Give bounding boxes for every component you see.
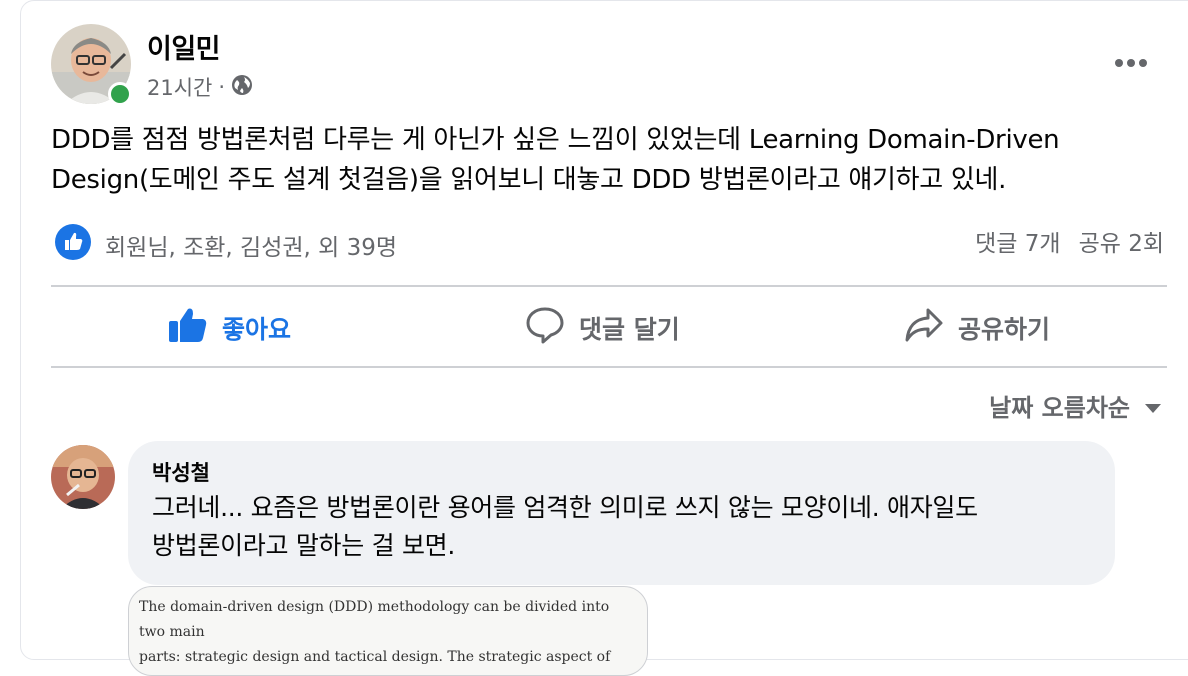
attachment-text-line: parts: strategic design and tactical des… [139, 649, 611, 675]
more-dots-icon[interactable] [1106, 48, 1156, 78]
comment-button[interactable]: 댓글 달기 [525, 298, 680, 358]
commenter-name[interactable]: 박성철 [152, 457, 1091, 487]
divider [51, 285, 1167, 287]
share-label: 공유하기 [958, 315, 1051, 344]
reactions-summary[interactable]: 회원님, 조환, 김성권, 외 39명 [55, 224, 397, 266]
meta-separator: · [218, 75, 226, 99]
shares-count[interactable]: 공유 2회 [1079, 224, 1164, 258]
like-reaction-icon [55, 224, 91, 266]
comment-text-line: 방법론이라고 말하는 걸 보면. [152, 531, 455, 560]
attachment-text-line: The domain-driven design (DDD) methodolo… [139, 599, 610, 640]
divider [51, 366, 1167, 368]
comment-label: 댓글 달기 [579, 315, 680, 344]
commenter-avatar[interactable] [51, 445, 115, 509]
comment-attachment-image[interactable]: The domain-driven design (DDD) methodolo… [128, 586, 648, 676]
sort-label: 날짜 오름차순 [989, 394, 1130, 422]
post-meta: 21시간 · [147, 72, 253, 102]
online-status-indicator [108, 82, 132, 106]
share-button[interactable]: 공유하기 [904, 298, 1050, 358]
comment-text-line: 그러네... 요즘은 방법론이란 용어를 엄격한 의미로 쓰지 않는 모양이네.… [152, 493, 978, 522]
reactions-text[interactable]: 회원님, 조환, 김성권, 외 39명 [105, 228, 397, 262]
post-body: DDD를 점점 방법론처럼 다루는 게 아닌가 싶은 느낌이 있었는데 Lear… [51, 120, 1161, 200]
comment-text: 그러네... 요즘은 방법론이란 용어를 엄격한 의미로 쓰지 않는 모양이네.… [152, 489, 1091, 565]
like-button[interactable]: 좋아요 [168, 298, 291, 358]
comment-icon [525, 306, 565, 350]
globe-icon[interactable] [231, 74, 253, 101]
comment-sort-dropdown[interactable]: 날짜 오름차순 [989, 388, 1162, 423]
post-text-line: Design(도메인 주도 설계 첫걸음)을 읽어보니 대놓고 DDD 방법론이… [51, 165, 1007, 195]
author-name[interactable]: 이일민 [147, 27, 221, 66]
engagement-counts: 댓글 7개 공유 2회 [975, 224, 1164, 258]
like-label: 좋아요 [222, 315, 292, 344]
post-timestamp[interactable]: 21시간 [147, 72, 212, 102]
comments-count[interactable]: 댓글 7개 [975, 224, 1060, 258]
caret-down-icon [1144, 392, 1162, 420]
thumbs-up-icon [168, 306, 208, 350]
share-arrow-icon [904, 306, 944, 350]
post-text-line: DDD를 점점 방법론처럼 다루는 게 아닌가 싶은 느낌이 있었는데 Lear… [51, 125, 1060, 155]
comment-bubble: 박성철 그러네... 요즘은 방법론이란 용어를 엄격한 의미로 쓰지 않는 모… [128, 441, 1115, 585]
